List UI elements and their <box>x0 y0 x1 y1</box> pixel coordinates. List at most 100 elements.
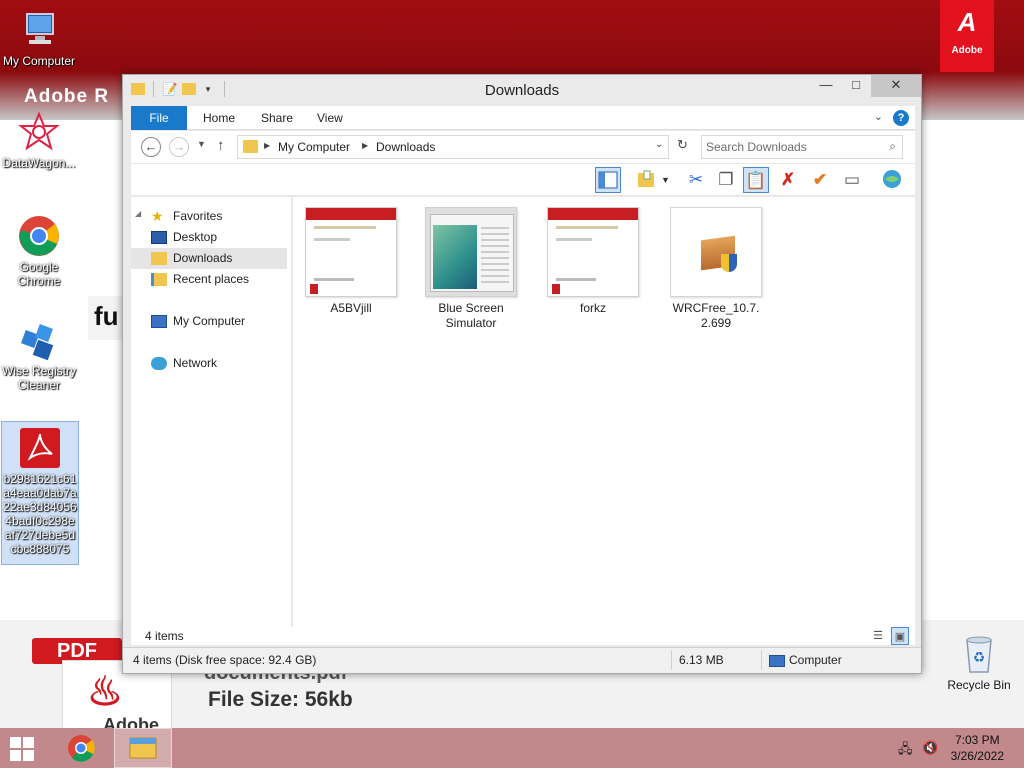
desktop-icon-label: My Computer <box>2 54 76 68</box>
navigation-pane: ◢ ★ Favorites Desktop Downloads Recent p… <box>131 197 291 627</box>
status-summary: 4 items (Disk free space: 92.4 GB) <box>133 653 317 667</box>
tab-file[interactable]: File <box>131 106 187 130</box>
file-name: Blue Screen Simulator <box>438 301 504 330</box>
file-item[interactable]: WRCFree_10.7.2.699 <box>669 207 763 331</box>
nav-desktop[interactable]: Desktop <box>131 227 287 248</box>
breadcrumb-arrow-icon[interactable]: ▶ <box>264 141 270 150</box>
adobe-logo-text: Adobe <box>951 45 983 56</box>
move-to-button[interactable] <box>633 167 659 193</box>
details-view-icon: ☰ <box>873 630 883 642</box>
clock-date: 3/26/2022 <box>950 749 1004 763</box>
minimize-button[interactable]: — <box>811 75 841 97</box>
wallpaper-pdf-brand: Adobe <box>103 715 159 728</box>
network-tray-icon[interactable]: 🖧 <box>898 740 913 762</box>
volume-muted-icon[interactable]: 🔇 <box>922 740 938 756</box>
recent-locations-dropdown[interactable]: ▼ <box>197 139 206 149</box>
details-bar: 4 items ☰ ▣ <box>131 627 915 645</box>
desktop-icon <box>151 231 167 244</box>
pdf-file-icon <box>20 428 60 468</box>
desktop-icon-google-chrome[interactable]: Google Chrome <box>0 214 78 288</box>
desktop-icon-label: DataWagon... <box>2 156 76 170</box>
up-button[interactable]: ↑ <box>217 137 225 154</box>
breadcrumb-my-computer[interactable]: My Computer <box>278 140 350 154</box>
desktop-icon-datawagon[interactable]: DataWagon... <box>0 110 78 170</box>
breadcrumb-arrow-icon[interactable]: ▶ <box>362 141 368 150</box>
properties-button[interactable]: ▭ <box>839 167 865 193</box>
ribbon-tabs: File Home Share View ⌄ ? <box>131 106 915 130</box>
nav-downloads[interactable]: Downloads <box>131 248 287 269</box>
nav-my-computer[interactable]: My Computer <box>131 311 287 332</box>
close-button[interactable]: ✕ <box>871 75 921 97</box>
preview-pane-icon <box>598 171 618 189</box>
command-toolbar: ▼ ✂ ❐ 📋 ✗ ✔ ▭ <box>131 164 915 196</box>
desktop-icon-wise-registry-cleaner[interactable]: Wise Registry Cleaner <box>0 318 78 392</box>
file-item[interactable]: Blue Screen Simulator <box>421 207 521 331</box>
breadcrumb-downloads[interactable]: Downloads <box>376 140 435 154</box>
pdf-thumbnail-icon <box>305 207 397 297</box>
copy-button[interactable]: ❐ <box>713 167 739 193</box>
delete-button[interactable]: ✗ <box>775 167 801 193</box>
taskbar: 🖧 🔇 7:03 PM 3/26/2022 <box>0 728 1024 768</box>
desktop-icon-my-computer[interactable]: My Computer <box>0 8 78 68</box>
taskbar-file-explorer[interactable] <box>114 728 172 768</box>
windows-logo-pane <box>23 750 34 761</box>
desktop-icon-label: b2981621c61a4eaa0dab7a22ae3d840564badf0c… <box>3 472 77 556</box>
pdf-thumbnail-icon <box>547 207 639 297</box>
tab-view[interactable]: View <box>303 106 357 130</box>
nav-label: Desktop <box>173 230 218 244</box>
maximize-button[interactable]: □ <box>841 75 871 97</box>
rename-button[interactable]: ✔ <box>807 167 833 193</box>
wallpaper-file-size: File Size: 56kb <box>208 688 353 711</box>
taskbar-chrome[interactable] <box>52 728 110 768</box>
internet-button[interactable] <box>879 167 905 193</box>
start-button[interactable] <box>0 728 46 768</box>
details-view-button[interactable]: ☰ <box>869 627 887 645</box>
file-name: A5BVjill <box>330 301 372 315</box>
back-button[interactable]: ← <box>141 137 161 157</box>
tab-share[interactable]: Share <box>247 106 307 130</box>
title-bar[interactable]: 📝 ▾ Downloads — □ ✕ <box>123 75 921 105</box>
large-icons-view-button[interactable]: ▣ <box>891 627 909 645</box>
search-box[interactable]: ⌕ <box>701 135 903 159</box>
acrobat-icon: ♨ <box>87 670 123 714</box>
computer-icon <box>769 655 785 667</box>
organize-dropdown-icon[interactable]: ▼ <box>661 175 670 185</box>
desktop-icon-label: Recycle Bin <box>947 678 1011 692</box>
refresh-icon[interactable]: ↻ <box>677 137 688 153</box>
installer-thumbnail-icon <box>670 207 762 297</box>
system-clock[interactable]: 7:03 PM 3/26/2022 <box>951 732 1004 764</box>
expand-ribbon-icon[interactable]: ⌄ <box>874 110 883 123</box>
status-divider <box>761 650 762 670</box>
address-row: ← → ▼ ↑ ▶ My Computer ▶ Downloads ⌄ ↻ ⌕ <box>131 131 915 163</box>
checkmark-icon: ✔ <box>812 170 828 189</box>
preview-pane-button[interactable] <box>595 167 621 193</box>
datawagon-icon <box>18 111 60 151</box>
forward-button[interactable]: → <box>169 137 189 157</box>
recent-places-icon <box>151 273 167 286</box>
desktop-icon-recycle-bin[interactable]: ♻ Recycle Bin <box>940 632 1018 692</box>
nav-label: Network <box>173 356 218 370</box>
file-item[interactable]: A5BVjill <box>301 207 401 316</box>
desktop-icon-label: Google Chrome <box>17 260 61 288</box>
desktop-icon-pdf-file[interactable]: b2981621c61a4eaa0dab7a22ae3d840564badf0c… <box>1 421 79 565</box>
tab-home[interactable]: Home <box>189 106 249 130</box>
nav-recent-places[interactable]: Recent places <box>131 269 287 290</box>
search-input[interactable] <box>706 139 876 155</box>
address-dropdown-icon[interactable]: ⌄ <box>655 139 663 150</box>
search-icon[interactable]: ⌕ <box>889 139 896 154</box>
address-bar[interactable]: ▶ My Computer ▶ Downloads <box>237 135 669 159</box>
nav-network[interactable]: Network <box>131 353 287 374</box>
file-item[interactable]: forkz <box>543 207 643 316</box>
adobe-logo: A Adobe <box>940 0 994 72</box>
nav-favorites[interactable]: ★ Favorites <box>131 206 287 227</box>
star-icon: ★ <box>151 208 164 224</box>
cut-button[interactable]: ✂ <box>683 167 709 193</box>
paste-button[interactable]: 📋 <box>743 167 769 193</box>
move-to-icon <box>638 170 654 187</box>
folder-icon <box>243 140 258 153</box>
help-icon[interactable]: ? <box>893 110 909 126</box>
recycle-bin-icon: ♻ <box>966 636 992 673</box>
windows-logo-pane <box>23 737 34 748</box>
nav-label: Favorites <box>173 209 223 223</box>
status-location: Computer <box>789 653 842 667</box>
